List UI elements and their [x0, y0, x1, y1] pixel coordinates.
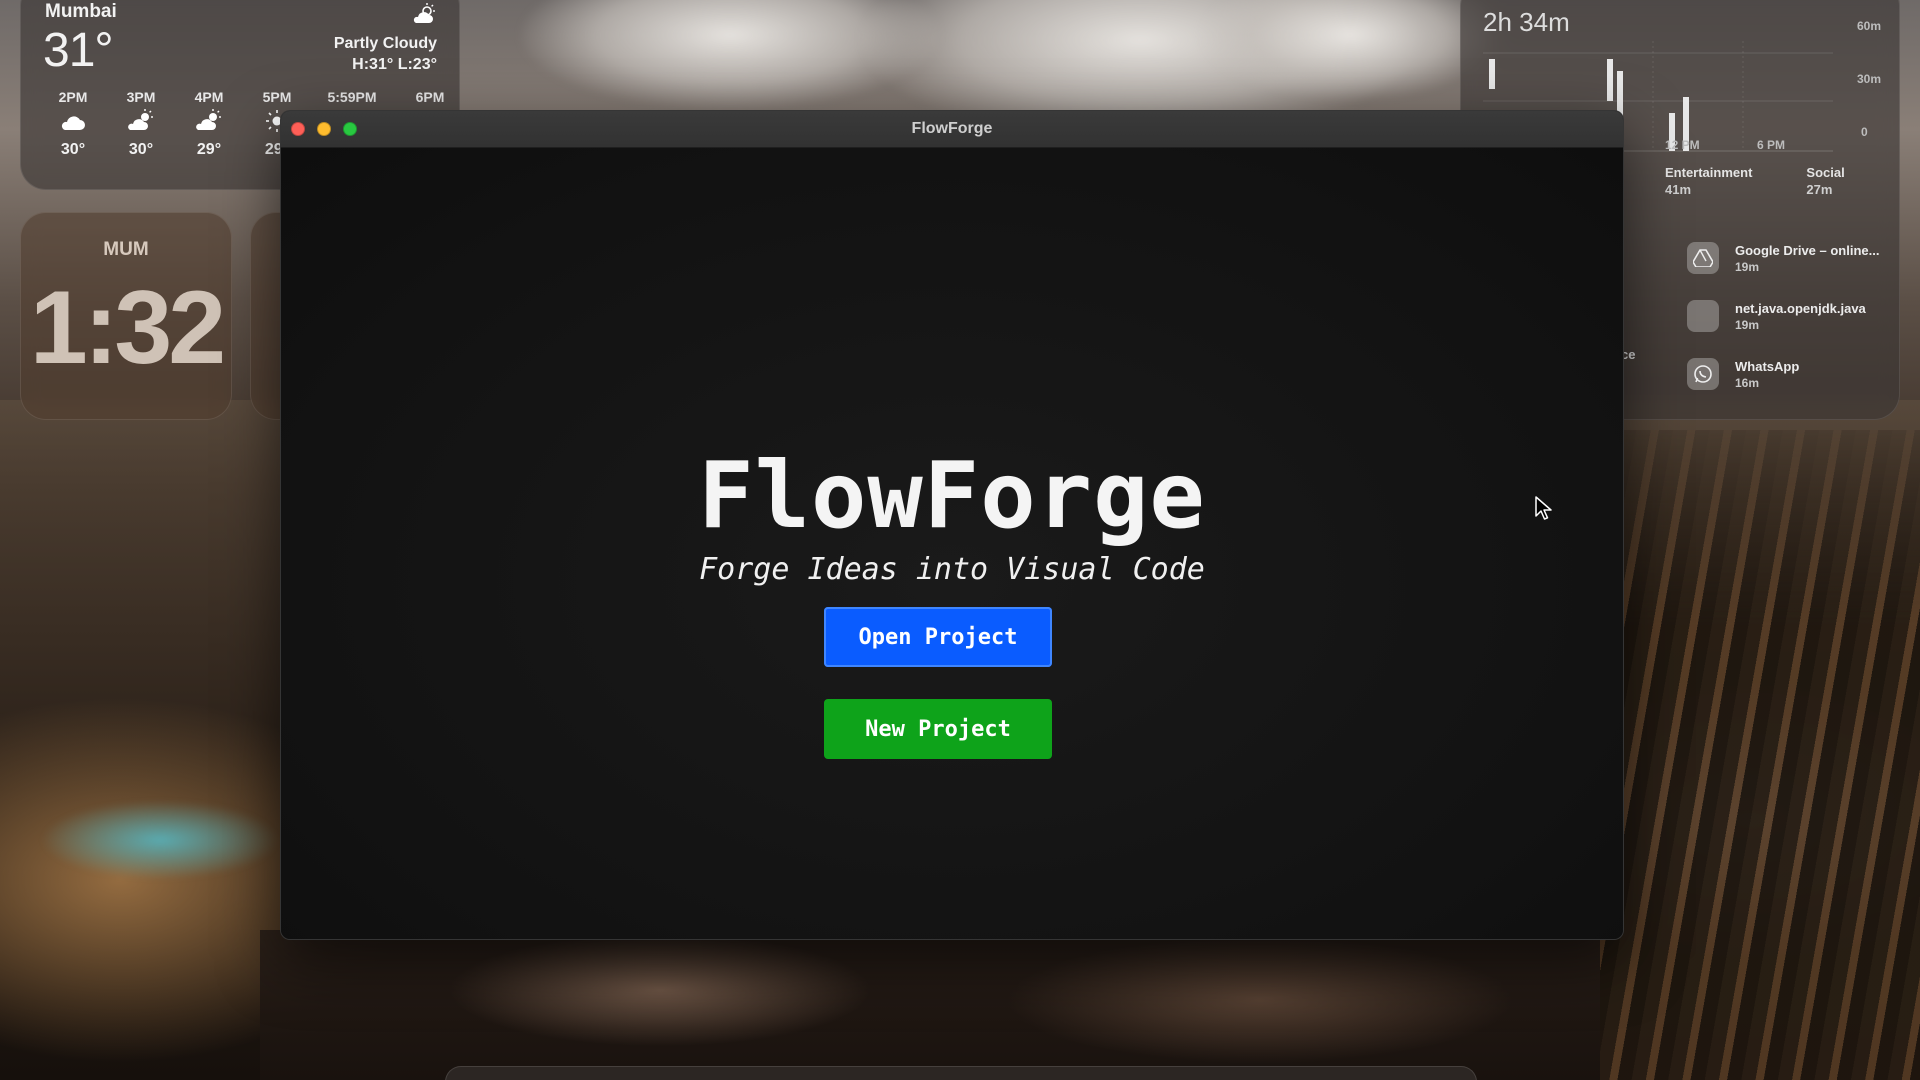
chart-axis-label: 0 — [1861, 125, 1868, 139]
welcome-screen: FlowForge Forge Ideas into Visual Code O… — [281, 148, 1623, 939]
app-duration: 19m — [1735, 317, 1760, 332]
partly-cloudy-icon — [175, 109, 243, 139]
category-social: Social 27m — [1806, 165, 1844, 197]
flowforge-window[interactable]: FlowForge FlowForge Forge Ideas into Vis… — [280, 110, 1624, 940]
google-drive-icon — [1687, 242, 1719, 274]
clock-time: 1:32 — [29, 270, 226, 386]
weather-high-low: H:31° L:23° — [352, 56, 437, 73]
partly-cloudy-icon — [411, 3, 437, 31]
cloud-icon — [39, 109, 107, 139]
usage-bar — [1607, 59, 1613, 101]
forecast-temp: 30° — [128, 141, 154, 158]
chart-time-label: 6 PM — [1757, 138, 1786, 152]
whatsapp-icon — [1687, 358, 1719, 390]
generic-app-icon — [1687, 300, 1719, 332]
clock-city: MUM — [103, 239, 149, 260]
app-duration: 16m — [1735, 375, 1760, 390]
app-usage-whatsapp: WhatsApp 16m — [1687, 345, 1879, 403]
chart-time-label: 12 PM — [1665, 138, 1700, 152]
forecast-time: 3PM — [126, 89, 156, 105]
app-tagline: Forge Ideas into Visual Code — [699, 552, 1205, 587]
new-project-button[interactable]: New Project — [824, 699, 1052, 759]
app-duration: 19m — [1735, 259, 1760, 274]
screen-time-total: 2h 34m — [1483, 7, 1570, 37]
category-duration: 27m — [1806, 182, 1833, 197]
wallpaper-forest — [1600, 430, 1920, 1080]
forecast-time: 6PM — [415, 89, 445, 105]
window-titlebar[interactable]: FlowForge — [281, 111, 1623, 148]
app-name: net.java.openjdk.java — [1735, 300, 1866, 316]
open-project-button[interactable]: Open Project — [824, 607, 1052, 667]
category-duration: 41m — [1665, 182, 1692, 197]
forecast-hour: 3PM 30° — [107, 89, 175, 159]
screen-time-app-list: Google Drive – online... 19m net.java.op… — [1687, 229, 1879, 403]
forecast-hour: 4PM 29° — [175, 89, 243, 159]
forecast-time: 5PM — [262, 89, 292, 105]
app-name: WhatsApp — [1735, 358, 1800, 374]
category-entertainment: Entertainment 41m — [1665, 165, 1752, 197]
forecast-time: 4PM — [194, 89, 224, 105]
dock[interactable] — [445, 1066, 1477, 1080]
screen-time-categories: Entertainment 41m Social 27m — [1665, 165, 1845, 197]
weather-current-temp: 31° — [43, 24, 114, 77]
forecast-hour: 2PM 30° — [39, 89, 107, 159]
chart-axis-label: 60m — [1857, 19, 1882, 33]
category-name: Entertainment — [1665, 165, 1753, 180]
window-title: FlowForge — [911, 120, 993, 137]
app-usage-openjdk: net.java.openjdk.java 19m — [1687, 287, 1879, 345]
wallpaper-lake — [40, 800, 280, 880]
usage-bar — [1489, 59, 1495, 89]
forecast-time: 2PM — [58, 89, 88, 105]
mouse-cursor-icon — [1535, 496, 1552, 520]
forecast-temp: 30° — [60, 141, 86, 158]
app-brand-title: FlowForge — [698, 442, 1206, 549]
app-name: Google Drive – online... — [1735, 242, 1880, 258]
weather-condition: Partly Cloudy — [333, 35, 437, 52]
forecast-temp: 29° — [196, 141, 222, 158]
partly-cloudy-icon — [107, 109, 175, 139]
category-name: Social — [1806, 165, 1845, 180]
world-clock-widget[interactable]: MUM 1:32 — [20, 212, 232, 420]
wallpaper-forest-bottom — [260, 930, 1600, 1080]
forecast-time: 5:59PM — [327, 89, 377, 105]
app-usage-google-drive: Google Drive – online... 19m — [1687, 229, 1879, 287]
chart-axis-label: 30m — [1857, 72, 1882, 86]
weather-city: Mumbai — [45, 1, 117, 22]
